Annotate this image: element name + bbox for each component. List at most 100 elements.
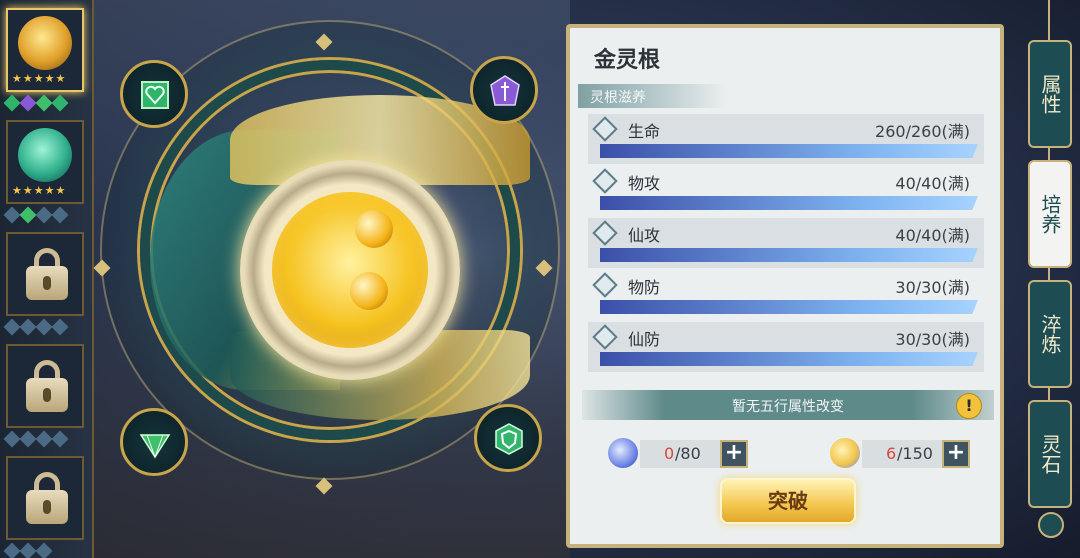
- section-title: 灵根滋养: [590, 90, 646, 106]
- empty-gem-icon: [35, 430, 53, 448]
- ward-stat-icon: [592, 324, 618, 350]
- slot-locked[interactable]: [6, 232, 84, 316]
- tab-attributes[interactable]: 属性: [1028, 40, 1072, 148]
- stat-row-magic-def: 仙防 30/30(满): [588, 322, 984, 372]
- empty-gem-icon: [35, 318, 53, 336]
- yin-yang-icon: [1038, 512, 1064, 538]
- slot-gold-root[interactable]: ★★★★★: [6, 8, 84, 92]
- gem-socket-bottom-right[interactable]: [474, 404, 542, 472]
- heart-stat-icon: [592, 116, 618, 142]
- panel-title: 金灵根: [594, 48, 661, 73]
- resource-max: /80: [675, 444, 701, 463]
- jade-orb-icon: [18, 128, 72, 182]
- stat-row-hp: 生命 260/260(满): [588, 114, 984, 164]
- star-rating: ★★★★★: [12, 184, 67, 197]
- green-shield-gem-icon: [495, 423, 523, 455]
- stat-value: 30/30(满): [895, 278, 970, 297]
- tab-spirit-stone[interactable]: 灵石: [1028, 400, 1072, 508]
- slot-locked[interactable]: [6, 456, 84, 540]
- green-crystal-icon: [139, 434, 171, 459]
- empty-gem-icon: [19, 542, 37, 558]
- tab-cord: [1048, 148, 1050, 160]
- green-gem-icon: [51, 94, 69, 112]
- resource-current: 6: [886, 444, 897, 463]
- empty-gem-icon: [51, 430, 69, 448]
- slot-gem-row: [0, 94, 96, 112]
- stat-name: 物防: [628, 278, 661, 297]
- tab-cord: [1048, 268, 1050, 280]
- upper-pearl-icon: [355, 210, 393, 248]
- purple-sword-crystal-icon: [490, 75, 520, 106]
- gold-pill-icon: [830, 438, 860, 468]
- green-gem-icon: [19, 206, 37, 224]
- lock-icon: [26, 248, 68, 300]
- empty-gem-icon: [3, 542, 21, 558]
- notice-text: 暂无五行属性改变: [732, 399, 844, 415]
- side-tab-bar: 属性 培养 淬炼 灵石: [1018, 0, 1080, 558]
- empty-gem-icon: [3, 206, 21, 224]
- slot-jade-root[interactable]: ★★★★★: [6, 120, 84, 204]
- info-icon[interactable]: !: [956, 393, 982, 419]
- stat-progress-bar: [600, 196, 978, 210]
- slot-gem-row: [0, 430, 96, 448]
- star-rating: ★★★★★: [12, 72, 67, 85]
- stat-progress-bar: [600, 300, 978, 314]
- lock-icon: [26, 472, 68, 524]
- add-resource-button[interactable]: +: [720, 440, 748, 468]
- gold-orb-icon: [18, 16, 72, 70]
- stat-value: 260/260(满): [875, 122, 970, 141]
- stat-row-phys-atk: 物攻 40/40(满): [588, 166, 984, 216]
- empty-gem-icon: [19, 318, 37, 336]
- stat-progress-bar: [600, 352, 978, 366]
- slot-locked[interactable]: [6, 344, 84, 428]
- green-heart-gem-icon: [141, 81, 169, 109]
- gem-socket-top-left[interactable]: [120, 60, 188, 128]
- stat-value: 40/40(满): [895, 226, 970, 245]
- stat-value: 30/30(满): [895, 330, 970, 349]
- purple-gem-icon: [19, 94, 37, 112]
- tab-refine[interactable]: 淬炼: [1028, 280, 1072, 388]
- stat-progress-bar: [600, 248, 978, 262]
- stat-name: 仙攻: [628, 226, 661, 245]
- element-notice-bar: 暂无五行属性改变 !: [582, 390, 994, 420]
- lock-icon: [26, 360, 68, 412]
- stat-name: 生命: [628, 122, 661, 141]
- add-resource-button[interactable]: +: [942, 440, 970, 468]
- tab-cord: [1048, 0, 1050, 40]
- lower-pearl-icon: [350, 272, 388, 310]
- stat-progress-bar: [600, 144, 978, 158]
- blue-crystal-icon: [608, 438, 638, 468]
- resource-current: 0: [664, 444, 675, 463]
- section-header: 灵根滋养: [578, 84, 728, 108]
- slot-gem-row: [0, 206, 96, 224]
- shield-stat-icon: [592, 272, 618, 298]
- stat-value: 40/40(满): [895, 174, 970, 193]
- empty-gem-icon: [35, 206, 53, 224]
- magic-stat-icon: [592, 220, 618, 246]
- resource-max: /150: [897, 444, 933, 463]
- empty-gem-icon: [35, 542, 53, 558]
- green-gem-icon: [35, 94, 53, 112]
- empty-gem-icon: [51, 318, 69, 336]
- attribute-panel: 金灵根 灵根滋养 生命 260/260(满) 物攻 40/40(满) 仙攻 40…: [566, 24, 1004, 548]
- golden-core-orb[interactable]: [272, 192, 428, 348]
- stat-row-phys-def: 物防 30/30(满): [588, 270, 984, 320]
- empty-gem-icon: [19, 430, 37, 448]
- slot-gem-row: [0, 542, 96, 558]
- gem-socket-bottom-left[interactable]: [120, 408, 188, 476]
- tab-cord: [1048, 388, 1050, 400]
- spirit-root-slot-list: ★★★★★ ★★★★★: [0, 0, 94, 558]
- gem-socket-top-right[interactable]: [470, 56, 538, 124]
- breakthrough-button[interactable]: 突破: [720, 478, 856, 524]
- stat-name: 仙防: [628, 330, 661, 349]
- empty-gem-icon: [51, 206, 69, 224]
- tab-cultivate[interactable]: 培养: [1028, 160, 1072, 268]
- empty-gem-icon: [3, 318, 21, 336]
- green-gem-icon: [3, 94, 21, 112]
- empty-gem-icon: [3, 430, 21, 448]
- slot-gem-row: [0, 318, 96, 336]
- stat-name: 物攻: [628, 174, 661, 193]
- stat-row-magic-atk: 仙攻 40/40(满): [588, 218, 984, 268]
- sword-stat-icon: [592, 168, 618, 194]
- game-scene: ★★★★★ ★★★★★ 金灵根 灵根滋养 生命 260/260(满) 物攻 40…: [0, 0, 1080, 558]
